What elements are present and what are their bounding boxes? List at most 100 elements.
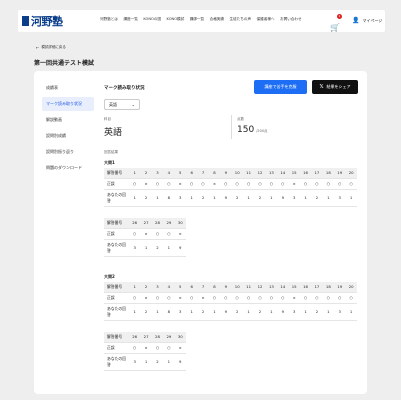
row-header: 解答番号 (104, 218, 129, 229)
correctness-cell: ○ (151, 178, 164, 190)
answer-number-cell: 9 (220, 168, 232, 179)
correctness-cell: ○ (242, 178, 255, 190)
cart-button[interactable]: 🛒 1 (330, 14, 344, 32)
answer-number-cell: 20 (345, 282, 357, 293)
your-answer-cell: 1 (345, 303, 357, 321)
site-logo[interactable]: 河野塾 (22, 14, 63, 28)
sidebar-item-download[interactable]: 問題のダウンロード (42, 161, 94, 175)
answer-number-cell: 7 (197, 168, 209, 179)
global-nav: 河野塾とは 講座一覧 KONOの図 KONO模試 講師一覧 合格実績 生徒たちの… (100, 17, 307, 22)
correctness-cell: ○ (185, 178, 198, 190)
chevron-down-icon: ⌄ (131, 102, 135, 107)
answer-number-cell: 1 (129, 282, 141, 293)
your-answer-cell: 1 (299, 303, 312, 321)
score-number: 150 (237, 125, 255, 135)
your-answer-cell: 1 (151, 189, 164, 207)
share-button[interactable]: 𝕏 結果をシェア (312, 80, 358, 94)
your-answer-cell: 1 (345, 189, 357, 207)
your-answer-cell: 1 (322, 303, 335, 321)
correctness-cell: ○ (129, 228, 141, 240)
correctness-cell: × (174, 342, 186, 354)
nav-item[interactable]: 河野塾とは (100, 17, 118, 22)
share-label: 結果をシェア (326, 84, 351, 89)
answer-number-cell: 8 (208, 168, 221, 179)
sidebar-item-report[interactable]: 成績表 (42, 81, 94, 95)
correctness-cell: ○ (220, 178, 232, 190)
your-answer-cell: 1 (129, 303, 141, 321)
row-header: 正誤 (104, 342, 129, 354)
your-answer-cell: 1 (163, 353, 175, 371)
answer-number-cell: 1 (129, 168, 141, 179)
correctness-cell: × (140, 178, 152, 190)
answer-number-cell: 10 (231, 282, 243, 293)
table-row: 解答番号 26 27 28 29 30 (104, 218, 186, 229)
correctness-cell: ○ (334, 292, 346, 304)
nav-item[interactable]: 合格実績 (210, 17, 224, 22)
sidebar-item-mark-status[interactable]: マーク読み取り状況 (42, 97, 94, 111)
correctness-cell: × (174, 178, 186, 190)
answer-number-cell: 14 (277, 282, 289, 293)
row-header: 正誤 (104, 178, 129, 190)
section-title: マーク読み取り状況 (104, 86, 145, 91)
your-answer-cell: 9 (220, 189, 232, 207)
correctness-cell: ○ (322, 292, 335, 304)
answer-number-cell: 2 (140, 282, 152, 293)
your-answer-cell: 1 (151, 303, 164, 321)
correctness-cell: ○ (208, 292, 221, 304)
table-row: 解答番号 26 27 28 29 30 (104, 332, 186, 343)
correctness-cell: ○ (299, 292, 312, 304)
correctness-cell: ○ (242, 292, 255, 304)
your-answer-cell: 2 (140, 189, 152, 207)
answer-number-cell: 16 (299, 168, 312, 179)
results-card: 成績表 マーク読み取り状況 解説動画 設問別成績 設問別振り返り 問題のダウンロ… (34, 71, 367, 394)
your-answer-cell: 1 (242, 303, 255, 321)
correctness-cell: × (197, 292, 209, 304)
correctness-cell: ○ (265, 178, 278, 190)
sidebar-item-question-results[interactable]: 設問別成績 (42, 129, 94, 143)
answer-number-cell: 3 (151, 282, 164, 293)
correctness-cell: ○ (151, 228, 164, 240)
answer-number-cell: 28 (151, 218, 164, 229)
row-header: 正誤 (104, 292, 129, 304)
question-title: 大問2 (104, 274, 115, 279)
row-header: 解答番号 (104, 332, 129, 343)
correctness-cell: ○ (220, 292, 232, 304)
answer-table: 解答番号 1 2 3 4 5 6 7 8 9 10 11 12 13 14 15 16 17 18 19 20 正誤 ○ ×… (104, 168, 357, 207)
correctness-cell: ○ (231, 292, 243, 304)
nav-item[interactable]: 生徒たちの声 (230, 17, 252, 22)
nav-item[interactable]: KONO模試 (167, 17, 185, 22)
correctness-cell: ○ (265, 292, 278, 304)
lecture-button[interactable]: 講座で苦手を克服 (254, 80, 307, 94)
nav-item[interactable]: KONOの図 (143, 17, 161, 22)
page-title: 第一回共通テスト模試 (34, 60, 95, 67)
correctness-cell: ○ (163, 342, 175, 354)
your-answer-cell: 3 (288, 189, 300, 207)
back-label: 模試詳細に戻る (41, 45, 66, 49)
correctness-cell: × (174, 228, 186, 240)
nav-item[interactable]: 講座一覧 (123, 17, 137, 22)
mypage-label: マイページ (362, 17, 383, 23)
answer-number-cell: 18 (322, 282, 335, 293)
answer-number-cell: 26 (129, 218, 141, 229)
sidebar-item-video[interactable]: 解説動画 (42, 113, 94, 127)
answer-number-cell: 8 (208, 282, 221, 293)
sidebar-item-review[interactable]: 設問別振り返り (42, 145, 94, 159)
nav-item[interactable]: 保護者様へ (257, 17, 275, 22)
person-icon: 👤 (352, 17, 360, 24)
back-link[interactable]: ← 模試詳細に戻る (36, 45, 66, 50)
mypage-link[interactable]: 👤 マイページ (352, 17, 382, 24)
row-header: あなたの回答 (104, 189, 129, 207)
your-answer-cell: 3 (334, 189, 346, 207)
answer-number-cell: 19 (334, 168, 346, 179)
your-answer-cell: 1 (163, 239, 175, 257)
nav-item[interactable]: 講師一覧 (190, 17, 204, 22)
answer-number-cell: 19 (334, 282, 346, 293)
correctness-cell: ○ (345, 178, 357, 190)
cart-badge: 1 (337, 14, 342, 19)
answer-number-cell: 4 (163, 282, 175, 293)
subject-select[interactable]: 英語 ⌄ (104, 99, 140, 110)
correctness-cell: ○ (129, 178, 141, 190)
your-answer-cell: 1 (265, 303, 278, 321)
nav-item[interactable]: お問い合わせ (280, 17, 302, 22)
site-header: 河野塾 河野塾とは 講座一覧 KONOの図 KONO模試 講師一覧 合格実績 生… (18, 10, 385, 32)
